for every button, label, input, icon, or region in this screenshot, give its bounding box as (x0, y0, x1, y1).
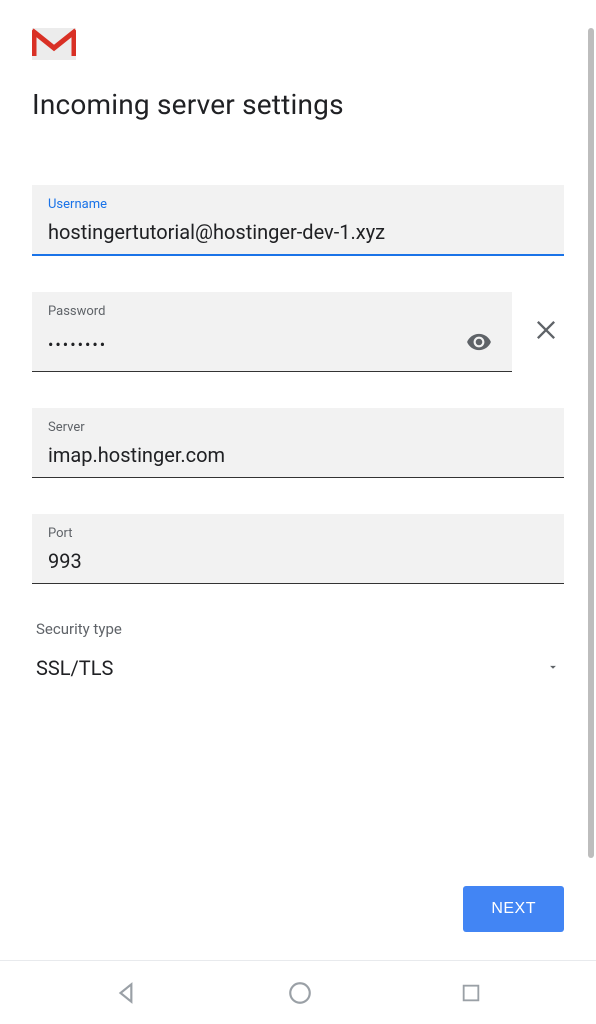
port-input[interactable] (48, 547, 548, 575)
port-label: Port (48, 526, 548, 541)
security-dropdown[interactable]: SSL/TLS (36, 656, 560, 680)
nav-recent-icon[interactable] (460, 982, 482, 1004)
password-field-box[interactable]: Password •••••••• (32, 292, 512, 372)
port-field-box[interactable]: Port (32, 514, 564, 584)
port-field-group: Port (32, 514, 564, 584)
password-field-group: Password •••••••• (32, 292, 564, 372)
security-label: Security type (36, 620, 560, 638)
nav-home-icon[interactable] (287, 980, 313, 1006)
username-label: Username (48, 197, 548, 212)
scrollbar-indicator[interactable] (588, 28, 594, 858)
server-field-group: Server (32, 408, 564, 478)
main-content: Incoming server settings Username Passwo… (0, 0, 596, 680)
server-label: Server (48, 420, 548, 435)
visibility-toggle-icon[interactable] (462, 325, 496, 363)
username-field-group: Username (32, 185, 564, 256)
password-input[interactable]: •••••••• (48, 335, 462, 354)
page-title: Incoming server settings (32, 88, 564, 121)
next-button[interactable]: NEXT (463, 886, 564, 932)
username-input[interactable] (48, 218, 548, 246)
security-section: Security type SSL/TLS (32, 620, 564, 680)
navigation-bar (0, 960, 596, 1024)
gmail-logo-icon (32, 28, 76, 60)
server-input[interactable] (48, 441, 548, 469)
nav-back-icon[interactable] (114, 980, 140, 1006)
security-value: SSL/TLS (36, 656, 113, 680)
username-field-box[interactable]: Username (32, 185, 564, 256)
close-icon[interactable] (528, 312, 564, 352)
server-field-box[interactable]: Server (32, 408, 564, 478)
password-label: Password (48, 304, 496, 319)
chevron-down-icon (546, 659, 560, 678)
